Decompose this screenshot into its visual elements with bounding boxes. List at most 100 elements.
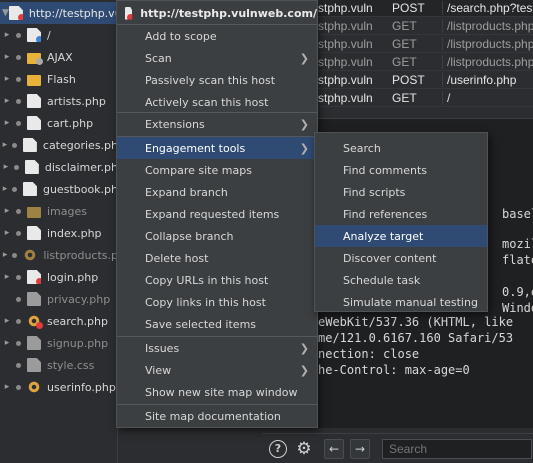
host-cell: stphp.vuln <box>318 18 373 33</box>
table-row[interactable]: stphp.vuln POST/search.php?test= <box>310 0 533 17</box>
chevron-right-icon[interactable]: ▸ <box>2 382 12 392</box>
submenu-item[interactable]: Find scripts <box>315 181 487 203</box>
host-cell: stphp.vuln <box>318 90 373 105</box>
forward-button[interactable]: → <box>350 438 370 459</box>
menu-item-label: Extensions <box>145 117 205 131</box>
chevron-right-icon[interactable]: ▸ <box>2 30 12 40</box>
menu-item-label: Actively scan this host <box>145 95 269 109</box>
menu-item[interactable]: Engagement tools ❯ <box>117 137 317 159</box>
tree-item[interactable]: ▸ guestbook.ph <box>0 178 117 200</box>
tree-item[interactable]: ▸ images <box>0 200 117 222</box>
chevron-right-icon[interactable]: ▸ <box>2 228 12 238</box>
tree-connector-dot <box>11 142 17 148</box>
tree-item[interactable]: ▸ Flash <box>0 68 117 90</box>
menu-item[interactable]: Show new site map window <box>117 381 317 403</box>
submenu-item[interactable]: Find comments <box>315 159 487 181</box>
submenu-item[interactable]: Find references <box>315 203 487 225</box>
tree-item[interactable]: ▸ categories.ph <box>0 134 118 156</box>
table-row[interactable]: stphp.vuln GET/listproducts.php? <box>310 18 533 35</box>
tree-item[interactable]: ▸ / <box>0 24 117 46</box>
menu-item[interactable]: Extensions ❯ <box>117 113 317 135</box>
file-icon <box>27 226 41 240</box>
tree-item[interactable]: ▸ search.php <box>0 310 117 332</box>
gear-icon <box>27 380 41 394</box>
menu-item[interactable]: Expand branch <box>117 181 317 203</box>
host-cell: stphp.vuln <box>318 0 373 15</box>
submenu-item[interactable]: Simulate manual testing <box>315 291 487 313</box>
menu-item[interactable]: Delete host <box>117 247 317 269</box>
tree-connector-dot <box>16 296 21 302</box>
tree-root-host[interactable]: ▼ http://testphp.vu <box>0 2 118 24</box>
chevron-right-icon[interactable]: ▸ <box>2 316 12 326</box>
url-cell: /listproducts.php? <box>442 18 533 33</box>
tree-item[interactable]: ▸ userinfo.php <box>0 376 117 398</box>
search-input[interactable] <box>382 438 532 459</box>
arrow-right-icon: → <box>350 438 370 459</box>
tree-item[interactable]: style.css <box>0 354 117 376</box>
chevron-right-icon[interactable]: ▸ <box>2 184 8 194</box>
tree-item[interactable]: privacy.php <box>0 288 117 310</box>
menu-item[interactable]: Issues ❯ <box>117 337 317 359</box>
tree-connector-dot <box>16 32 21 38</box>
chevron-right-icon[interactable]: ▸ <box>2 206 12 216</box>
chevron-right-icon[interactable]: ▸ <box>2 250 8 260</box>
chevron-right-icon[interactable]: ▸ <box>2 272 12 282</box>
menu-item[interactable]: Collapse branch <box>117 225 317 247</box>
menu-item[interactable]: Actively scan this host <box>117 91 317 113</box>
request-line: baselin <box>502 207 533 221</box>
menu-item[interactable]: View ❯ <box>117 359 317 381</box>
tree-item[interactable]: ▸ AJAX <box>0 46 117 68</box>
menu-item[interactable]: Compare site maps <box>117 159 317 181</box>
submenu-item[interactable]: Search <box>315 137 487 159</box>
method-cell: GET <box>392 36 417 51</box>
chevron-right-icon[interactable]: ▸ <box>2 96 12 106</box>
back-button[interactable]: ← <box>324 438 344 459</box>
menu-item[interactable]: Copy URLs in this host <box>117 269 317 291</box>
tree-item[interactable]: ▸ disclaimer.ph <box>0 156 117 178</box>
tree-connector-dot <box>13 164 19 170</box>
table-row[interactable]: stphp.vuln GET/listproducts.php? <box>310 54 533 71</box>
tree-item[interactable]: ▸ index.php <box>0 222 117 244</box>
request-table: stphp.vulnPOST/search.php?test=stphp.vul… <box>310 0 533 112</box>
file-icon <box>22 138 37 152</box>
submenu-item[interactable]: Discover content <box>315 247 487 269</box>
menu-item[interactable]: Copy links in this host <box>117 291 317 313</box>
submenu-item[interactable]: Analyze target <box>315 225 487 247</box>
tree-item[interactable]: ▸ cart.php <box>0 112 117 134</box>
menu-item[interactable]: Save selected items <box>117 313 317 335</box>
tree-connector-dot <box>16 76 21 82</box>
chevron-right-icon[interactable]: ▸ <box>2 338 12 348</box>
tree-item-label: cart.php <box>47 116 94 130</box>
menu-item[interactable]: Passively scan this host <box>117 69 317 91</box>
tree-root-label: http://testphp.vu <box>28 6 118 20</box>
chevron-right-icon[interactable]: ▸ <box>2 162 10 172</box>
tree-item[interactable]: ▸ listproducts.p <box>0 244 117 266</box>
chevron-right-icon[interactable]: ▸ <box>2 140 8 150</box>
chevron-right-icon[interactable]: ▸ <box>2 74 12 84</box>
tree-item-label: signup.php <box>47 336 109 350</box>
tree-item[interactable]: ▸ artists.php <box>0 90 117 112</box>
table-row[interactable]: stphp.vuln GET / <box>310 90 533 107</box>
help-icon: ? <box>269 439 287 458</box>
tree-item[interactable]: ▸ login.php <box>0 266 117 288</box>
menu-item-label: Site map documentation <box>145 409 281 423</box>
menu-item[interactable]: Add to scope <box>117 25 317 47</box>
table-row[interactable]: stphp.vuln GET/listproducts.php? <box>310 36 533 53</box>
tree-item-label: artists.php <box>47 94 106 108</box>
table-row[interactable]: stphp.vuln POST/userinfo.php <box>310 72 533 89</box>
menu-item[interactable]: Site map documentation <box>117 405 317 427</box>
tree-item[interactable]: ▸ signup.php <box>0 332 117 354</box>
chevron-right-icon[interactable]: ▸ <box>2 118 12 128</box>
settings-button[interactable]: ⚙ <box>294 439 314 459</box>
chevron-right-icon: ❯ <box>299 341 309 355</box>
menu-item-label: Issues <box>145 341 180 355</box>
chevron-right-icon[interactable]: ▸ <box>2 52 12 62</box>
submenu-item[interactable]: Schedule task <box>315 269 487 291</box>
chevron-down-icon[interactable]: ▼ <box>2 8 9 18</box>
tree-item-label: categories.ph <box>42 138 118 152</box>
menu-item-label: Copy URLs in this host <box>145 273 269 287</box>
submenu-item-label: Find scripts <box>343 185 406 199</box>
menu-item[interactable]: Scan ❯ <box>117 47 317 69</box>
menu-item[interactable]: Expand requested items <box>117 203 317 225</box>
help-button[interactable]: ? <box>268 439 288 459</box>
